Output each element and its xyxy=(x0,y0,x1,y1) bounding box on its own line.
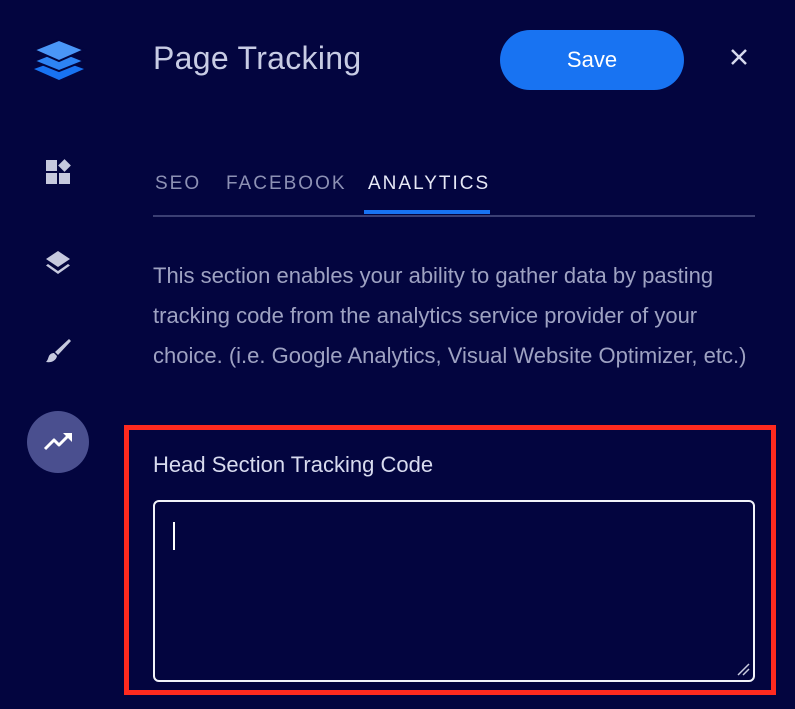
section-description: This section enables your ability to gat… xyxy=(153,263,747,368)
resize-grip-icon[interactable] xyxy=(736,662,750,676)
sidebar-item-analytics[interactable] xyxy=(27,411,89,473)
sidebar-item-widgets[interactable] xyxy=(27,142,89,204)
widgets-icon xyxy=(44,159,72,187)
sidebar-item-brush[interactable] xyxy=(27,320,89,382)
sidebar xyxy=(0,0,118,709)
text-cursor xyxy=(173,522,175,550)
head-code-label: Head Section Tracking Code xyxy=(153,452,434,477)
trending-up-icon xyxy=(43,431,73,453)
save-button[interactable]: Save xyxy=(500,30,684,90)
close-icon xyxy=(730,48,748,71)
close-button[interactable] xyxy=(724,44,754,74)
brush-icon xyxy=(44,337,72,365)
tab-facebook[interactable]: FACEBOOK xyxy=(226,173,347,195)
head-code-textarea[interactable] xyxy=(153,500,755,682)
active-tab-indicator xyxy=(364,210,490,214)
tab-seo[interactable]: SEO xyxy=(155,173,201,195)
page-title: Page Tracking xyxy=(153,40,362,76)
layers-icon xyxy=(44,248,72,276)
sidebar-item-layers[interactable] xyxy=(27,231,89,293)
tab-analytics[interactable]: ANALYTICS xyxy=(368,173,490,195)
layers-stack-logo-icon xyxy=(30,36,88,84)
